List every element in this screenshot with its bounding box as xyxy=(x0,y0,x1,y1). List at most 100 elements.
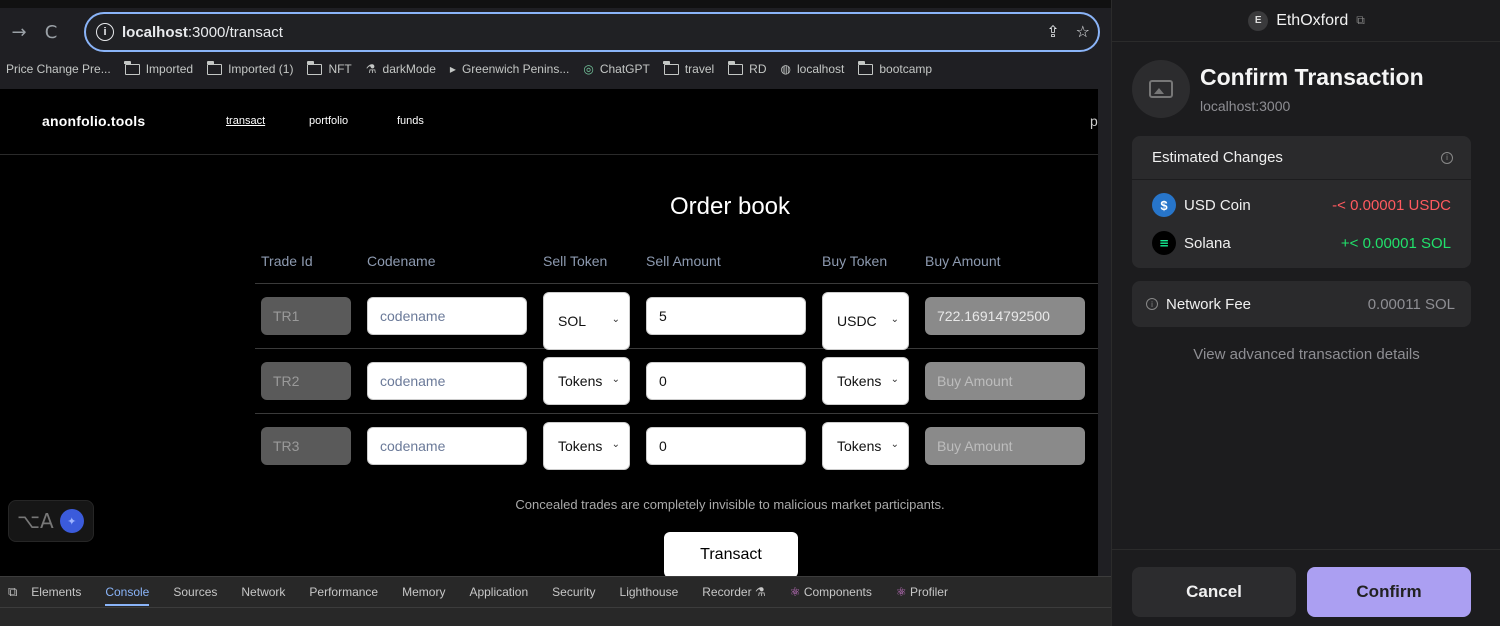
estimated-changes-card: Estimated Changes i $ USD Coin -< 0.00001… xyxy=(1132,136,1471,268)
shortcut-widget[interactable]: ⌥A ✦ xyxy=(8,500,94,542)
devtools-panel: ⧉ Elements Console Sources Network Perfo… xyxy=(0,576,1111,626)
bookmark-item[interactable]: ▸ Greenwich Penins... xyxy=(450,62,569,76)
app-navbar: anonfolio.tools transact portfolio funds… xyxy=(0,89,1098,155)
copy-icon[interactable]: ⧉ xyxy=(1356,13,1365,28)
tab-memory[interactable]: Memory xyxy=(402,585,445,599)
bookmark-item[interactable]: Imported xyxy=(124,60,194,76)
sell-token-select[interactable]: Tokens ⌄ xyxy=(543,422,630,470)
app-logo[interactable]: anonfolio.tools xyxy=(42,113,145,129)
estimated-changes-label: Estimated Changes xyxy=(1152,149,1283,166)
assistant-icon[interactable]: ✦ xyxy=(59,509,84,533)
tab-profiler[interactable]: ⚛ Profiler xyxy=(896,585,948,599)
bookmark-item[interactable]: travel xyxy=(663,60,715,76)
bookmark-label: travel xyxy=(684,62,715,76)
bookmark-item[interactable]: bootcamp xyxy=(857,60,932,76)
bookmark-label: localhost xyxy=(797,62,845,76)
tab-lighthouse[interactable]: Lighthouse xyxy=(620,585,679,599)
forward-icon[interactable]: → xyxy=(6,22,32,43)
buy-token-select[interactable]: Tokens ⌄ xyxy=(822,422,909,470)
codename-input[interactable]: codename xyxy=(367,427,527,465)
token-name: Solana xyxy=(1184,234,1231,252)
site-image-icon xyxy=(1132,60,1190,118)
page-scrollbar[interactable] xyxy=(1098,89,1111,576)
chevron-down-icon: ⌄ xyxy=(611,439,620,450)
wallet-panel: E EthOxford ⧉ Confirm Transaction localh… xyxy=(1111,0,1500,626)
tab-network[interactable]: Network xyxy=(241,585,285,599)
sell-amount-input[interactable]: 5 xyxy=(646,297,806,335)
sell-amount-input[interactable]: 0 xyxy=(646,427,806,465)
browser-window: → C i localhost:3000/transact ⇪ ☆ Price … xyxy=(0,0,1111,626)
tab-application[interactable]: Application xyxy=(469,585,528,599)
buy-token-select[interactable]: Tokens ⌄ xyxy=(822,357,909,405)
nav-portfolio[interactable]: portfolio xyxy=(309,115,348,127)
bookmark-label: Greenwich Penins... xyxy=(461,62,570,76)
change-row: $ USD Coin -< 0.00001 USDC xyxy=(1132,186,1471,224)
address-path: :3000/transact xyxy=(187,23,283,41)
estimated-changes-header: Estimated Changes i xyxy=(1132,136,1471,180)
folder-icon xyxy=(306,60,323,75)
folder-icon xyxy=(663,60,679,75)
change-amount: +< 0.00001 SOL xyxy=(1340,234,1451,252)
change-amount: -< 0.00001 USDC xyxy=(1332,196,1451,214)
cancel-button[interactable]: Cancel xyxy=(1132,567,1296,617)
sell-token-select[interactable]: Tokens ⌄ xyxy=(543,357,630,405)
buy-amount-field: Buy Amount xyxy=(925,427,1085,465)
info-icon[interactable]: i xyxy=(1146,298,1158,310)
device-toggle-icon[interactable]: ⧉ xyxy=(8,585,17,600)
bookmark-item[interactable]: RD xyxy=(727,60,767,76)
bookmark-label: Imported (1) xyxy=(228,62,294,76)
info-icon[interactable]: i xyxy=(1441,151,1453,164)
request-origin: localhost:3000 xyxy=(1200,98,1291,114)
react-icon: ⚛ xyxy=(895,585,907,599)
tab-elements[interactable]: Elements xyxy=(31,585,81,599)
bookmark-item[interactable]: ◎ ChatGPT xyxy=(583,62,650,76)
tab-sources[interactable]: Sources xyxy=(173,585,217,599)
star-icon[interactable]: ☆ xyxy=(1076,22,1090,41)
chevron-down-icon: ⌄ xyxy=(890,374,899,385)
row-divider xyxy=(255,283,1098,284)
confirm-button[interactable]: Confirm xyxy=(1307,567,1471,617)
tab-recorder[interactable]: Recorder ⚗ xyxy=(702,585,765,599)
tab-performance[interactable]: Performance xyxy=(309,585,378,599)
trade-id-field: TR2 xyxy=(261,362,351,400)
bookmark-item[interactable]: ⚗ darkMode xyxy=(366,62,436,76)
screen: → C i localhost:3000/transact ⇪ ☆ Price … xyxy=(0,0,1500,626)
bookmark-item[interactable]: NFT xyxy=(306,60,352,76)
reload-icon[interactable]: C xyxy=(38,22,64,43)
transact-button[interactable]: Transact xyxy=(664,532,798,576)
account-name: EthOxford xyxy=(1276,11,1349,29)
nav-transact[interactable]: transact xyxy=(226,115,265,127)
nav-funds[interactable]: funds xyxy=(397,115,424,127)
tab-console[interactable]: Console xyxy=(105,585,150,606)
sell-token-select[interactable]: SOL ⌄ xyxy=(543,292,630,350)
advanced-details-link[interactable]: View advanced transaction details xyxy=(1112,346,1500,363)
buy-token-select[interactable]: USDC ⌄ xyxy=(822,292,909,350)
codename-input[interactable]: codename xyxy=(367,297,527,335)
tab-security[interactable]: Security xyxy=(552,585,595,599)
wallet-account-header[interactable]: E EthOxford ⧉ xyxy=(1112,0,1500,42)
bookmark-item[interactable]: Price Change Pre... xyxy=(6,62,111,76)
globe-icon: ◍ xyxy=(780,62,791,76)
codename-input[interactable]: codename xyxy=(367,362,527,400)
tab-components[interactable]: ⚛ Components xyxy=(790,585,872,599)
usdc-icon: $ xyxy=(1152,193,1176,217)
bookmark-label: Imported xyxy=(145,62,194,76)
sell-amount-input[interactable]: 0 xyxy=(646,362,806,400)
bookmark-item[interactable]: ◍ localhost xyxy=(781,62,845,76)
row-divider xyxy=(255,348,1098,349)
network-fee-card: i Network Fee 0.00011 SOL xyxy=(1132,281,1471,327)
shortcut-keys: ⌥A xyxy=(17,509,54,533)
bookmark-label: RD xyxy=(749,62,767,76)
chevron-down-icon: ⌄ xyxy=(890,314,899,325)
bookmark-item[interactable]: Imported (1) xyxy=(206,60,294,76)
address-row: → C i localhost:3000/transact ⇪ ☆ xyxy=(0,10,1111,54)
chevron-down-icon: ⌄ xyxy=(611,314,620,325)
share-icon[interactable]: ⇪ xyxy=(1046,22,1059,41)
folder-icon xyxy=(206,60,223,75)
site-info-icon[interactable]: i xyxy=(96,23,114,41)
address-bar[interactable]: i localhost:3000/transact ⇪ ☆ xyxy=(84,12,1100,52)
console-toolbar xyxy=(0,607,1111,626)
select-value: Tokens xyxy=(558,438,603,454)
page-title: Order book xyxy=(669,193,791,220)
trade-id-field: TR3 xyxy=(261,427,351,465)
